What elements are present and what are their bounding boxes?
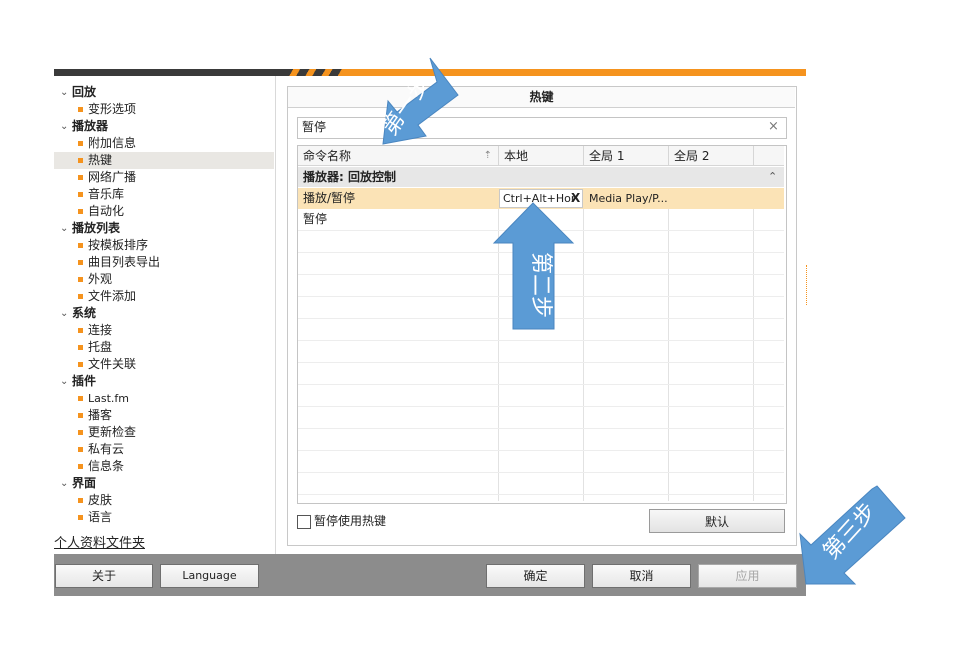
step2-label: 第二步 (528, 252, 553, 318)
annotation-overlay: 第一步 第二步 第三步 (378, 57, 906, 585)
step1-arrow: 第一步 (378, 57, 459, 145)
step3-arrow: 第三步 (799, 485, 906, 585)
step2-arrow: 第二步 (492, 202, 575, 330)
